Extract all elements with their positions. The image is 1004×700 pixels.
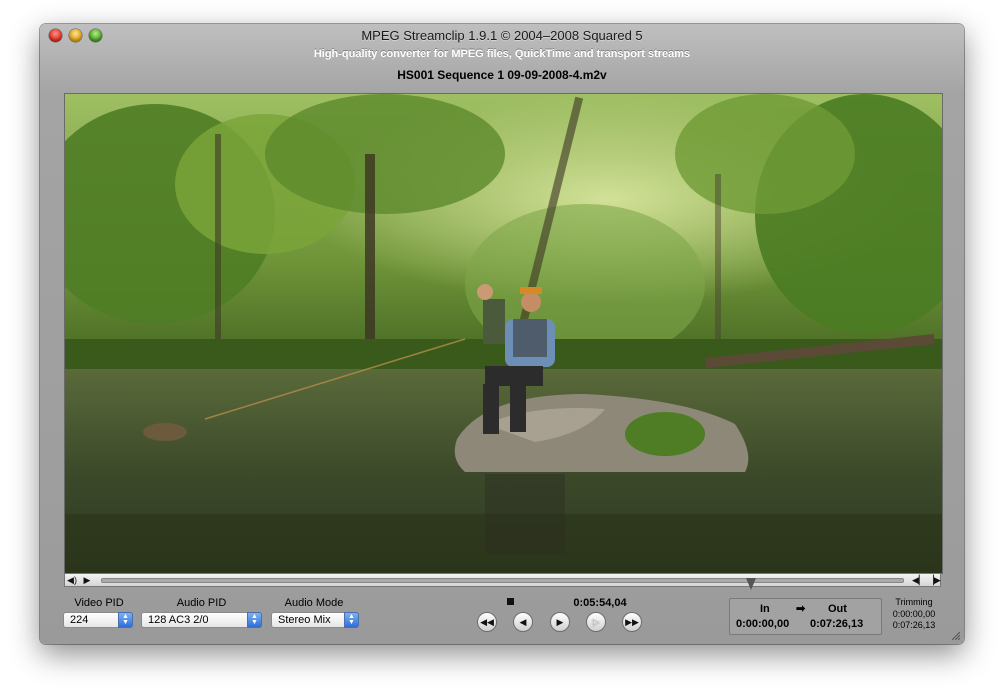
video-pid-label: Video PID <box>74 597 124 609</box>
rewind-icon: ◀◀ <box>480 617 494 627</box>
prev-frame-icon[interactable]: ◀▏ <box>912 574 926 586</box>
timeline-track[interactable] <box>101 578 904 590</box>
audio-mode-value: Stereo Mix <box>278 614 331 626</box>
play-button[interactable]: ▶ <box>550 612 570 632</box>
audio-mode-popup[interactable]: Stereo Mix ▲ ▼ <box>271 612 359 628</box>
rewind-button[interactable]: ◀◀ <box>477 612 497 632</box>
video-frame-image <box>65 94 942 573</box>
window-title: MPEG Streamclip 1.9.1 © 2004–2008 Square… <box>361 28 643 43</box>
step-back-icon: ◀ <box>519 617 527 627</box>
fast-forward-icon: ▶▶ <box>625 617 639 627</box>
volume-icon[interactable]: ◀) <box>66 574 78 586</box>
trimming-value-1: 0:00:00,00 <box>892 609 936 619</box>
stop-icon[interactable] <box>507 598 514 605</box>
in-out-panel: In ➡ Out 0:00:00,00 0:07:26,13 <box>729 598 882 635</box>
audio-pid-label: Audio PID <box>176 597 227 609</box>
video-pid-popup[interactable]: 224 ▲ ▼ <box>63 612 133 628</box>
in-label: In <box>760 603 770 615</box>
playhead-handle[interactable] <box>745 578 756 590</box>
play-icon: ▶ <box>556 617 564 627</box>
arrow-right-icon: ➡ <box>796 603 806 615</box>
out-label: Out <box>828 603 847 615</box>
step-forward-button[interactable]: ▷ <box>586 612 606 632</box>
audio-pid-value: 128 AC3 2/0 <box>148 614 209 626</box>
resize-grip-icon[interactable] <box>950 630 960 640</box>
trimming-label: Trimming <box>895 597 933 607</box>
popup-arrows-icon: ▲ ▼ <box>344 612 359 628</box>
fast-forward-button[interactable]: ▶▶ <box>622 612 642 632</box>
popup-arrows-icon: ▲ ▼ <box>118 612 133 628</box>
title-bar: MPEG Streamclip 1.9.1 © 2004–2008 Square… <box>40 24 964 46</box>
timeline-scrubber[interactable]: ◀) ▶ ◀▏ ▕▶ <box>64 573 941 590</box>
video-preview[interactable] <box>64 93 943 574</box>
main-window: MPEG Streamclip 1.9.1 © 2004–2008 Square… <box>40 24 964 644</box>
video-pid-value: 224 <box>70 614 89 626</box>
in-time[interactable]: 0:00:00,00 <box>736 618 789 630</box>
audio-pid-popup[interactable]: 128 AC3 2/0 ▲ ▼ <box>141 612 262 628</box>
play-small-icon[interactable]: ▶ <box>81 574 93 586</box>
trimming-value-2: 0:07:26,13 <box>892 620 936 630</box>
step-forward-icon: ▷ <box>592 617 600 627</box>
audio-mode-label: Audio Mode <box>284 597 344 609</box>
step-back-button[interactable]: ◀ <box>513 612 533 632</box>
out-time[interactable]: 0:07:26,13 <box>810 618 863 630</box>
file-name: HS001 Sequence 1 09-09-2008-4.m2v <box>397 68 607 82</box>
next-frame-icon[interactable]: ▕▶ <box>927 574 941 586</box>
popup-arrows-icon: ▲ ▼ <box>247 612 262 628</box>
current-time: 0:05:54,04 <box>573 597 627 609</box>
app-subtitle: High-quality converter for MPEG files, Q… <box>313 48 691 60</box>
